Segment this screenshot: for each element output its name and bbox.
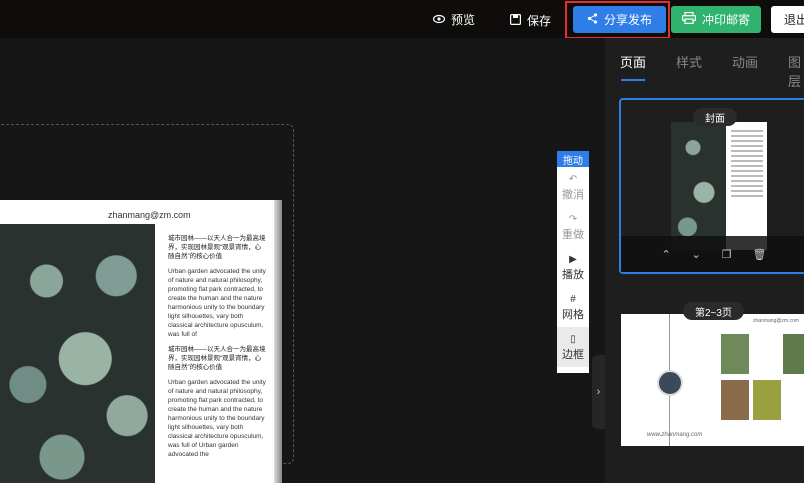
border-icon: ▯ xyxy=(570,334,576,345)
print-mail-button[interactable]: 冲印邮寄 xyxy=(671,6,761,33)
book-paragraph: Urban garden advocated the unity of natu… xyxy=(168,268,266,338)
printer-icon xyxy=(681,12,696,27)
copy-icon[interactable]: ❐ xyxy=(722,248,732,261)
grid-label: 网格 xyxy=(562,309,584,321)
grid-button[interactable]: # 网格 xyxy=(557,287,589,327)
floppy-icon xyxy=(510,13,522,28)
thumbnail-email: zhanmang@zm.com xyxy=(753,318,799,324)
thumbnail-photo xyxy=(721,334,749,374)
redo-button[interactable]: ↷ 重做 xyxy=(557,207,589,247)
thumbnail-footer: www.zhanmang.com xyxy=(647,432,703,438)
cover-thumbnail xyxy=(671,122,767,250)
panel-tabs: 页面 样式 动画 图层 xyxy=(605,38,804,89)
drag-handle[interactable]: 拖动 xyxy=(557,151,589,167)
page-fold-shadow xyxy=(274,200,282,483)
thumbnail-photo xyxy=(721,380,749,420)
tab-animation[interactable]: 动画 xyxy=(732,52,758,71)
book-paragraph: Urban garden advocated the unity of natu… xyxy=(168,379,266,458)
tab-pages[interactable]: 页面 xyxy=(620,52,646,71)
preview-button[interactable]: 预览 xyxy=(432,11,476,28)
save-button[interactable]: 保存 xyxy=(510,12,551,29)
book-text-block[interactable]: 城市园林——以天人合一为最高境界，实现园林景观“观景宵情，心随自然”的核心价值 … xyxy=(168,234,266,465)
undo-button[interactable]: ↶ 撤消 xyxy=(557,167,589,207)
spread-thumbnail: zhanmang@zm.com www.zhanmang.com xyxy=(621,314,804,446)
qr-code xyxy=(657,370,683,396)
book-paragraph: 城市园林——以天人合一为最高境界，实现园林景观“观景宵情，心随自然”的核心价值 xyxy=(168,235,266,260)
redo-icon: ↷ xyxy=(568,214,578,225)
page-label-cover: 封面 xyxy=(693,108,737,126)
print-mail-label: 冲印邮寄 xyxy=(701,13,750,27)
page-label-spread: 第2~3页 xyxy=(683,302,744,320)
floating-toolbox: 拖动 ↶ 撤消 ↷ 重做 ▶ 播放 # 网格 ▯ 边框 xyxy=(557,151,589,373)
share-label: 分享发布 xyxy=(603,13,652,27)
delete-icon[interactable]: 🗑 xyxy=(753,248,767,261)
redo-label: 重做 xyxy=(562,229,584,241)
page-card-cover[interactable]: 封面 ⌃ ⌄ ❐ 🗑 xyxy=(619,98,804,274)
grid-icon: # xyxy=(570,294,576,305)
tab-styles[interactable]: 样式 xyxy=(676,52,702,71)
border-label: 边框 xyxy=(562,349,584,361)
panel-collapse-toggle[interactable]: › xyxy=(592,355,605,429)
exit-button[interactable]: 退出 xyxy=(771,6,804,33)
play-icon: ▶ xyxy=(569,254,577,265)
top-toolbar: 预览 保存 分享发布 冲印邮寄 退出 xyxy=(0,0,804,39)
eye-icon xyxy=(432,13,446,27)
active-tab-indicator xyxy=(621,79,645,81)
succulent-photo[interactable] xyxy=(0,224,155,483)
book-page[interactable]: zhanmang@zm.com 城市园林——以天人合一为最高境界，实现园林景观“… xyxy=(0,200,282,483)
undo-icon: ↶ xyxy=(568,174,578,185)
page-card-actions: ⌃ ⌄ ❐ 🗑 xyxy=(621,236,804,272)
book-email: zhanmang@zm.com xyxy=(108,210,191,220)
share-publish-button[interactable]: 分享发布 xyxy=(573,6,666,33)
undo-label: 撤消 xyxy=(562,189,584,201)
thumbnail-text xyxy=(731,130,763,200)
play-label: 播放 xyxy=(562,269,584,281)
share-icon xyxy=(587,12,598,27)
thumbnail-photo xyxy=(753,380,781,420)
chevron-right-icon: › xyxy=(596,386,601,398)
play-button[interactable]: ▶ 播放 xyxy=(557,247,589,287)
preview-label: 预览 xyxy=(451,13,476,27)
tab-layers[interactable]: 图层 xyxy=(788,52,804,90)
thumbnail-photo xyxy=(783,334,804,374)
right-panel: 页面 样式 动画 图层 封面 ⌃ ⌄ ❐ 🗑 zhanmang@zm.com w… xyxy=(605,38,804,483)
move-up-icon[interactable]: ⌃ xyxy=(661,248,670,261)
page-card-spread[interactable]: zhanmang@zm.com www.zhanmang.com 第2~3页 xyxy=(619,294,804,454)
thumbnail-photo xyxy=(671,122,726,250)
border-button[interactable]: ▯ 边框 xyxy=(557,327,589,367)
book-paragraph: 城市园林——以天人合一为最高境界，实现园林景观“观景宵情，心随自然”的核心价值 xyxy=(168,346,266,371)
save-label: 保存 xyxy=(527,14,552,28)
move-down-icon[interactable]: ⌄ xyxy=(692,248,701,261)
